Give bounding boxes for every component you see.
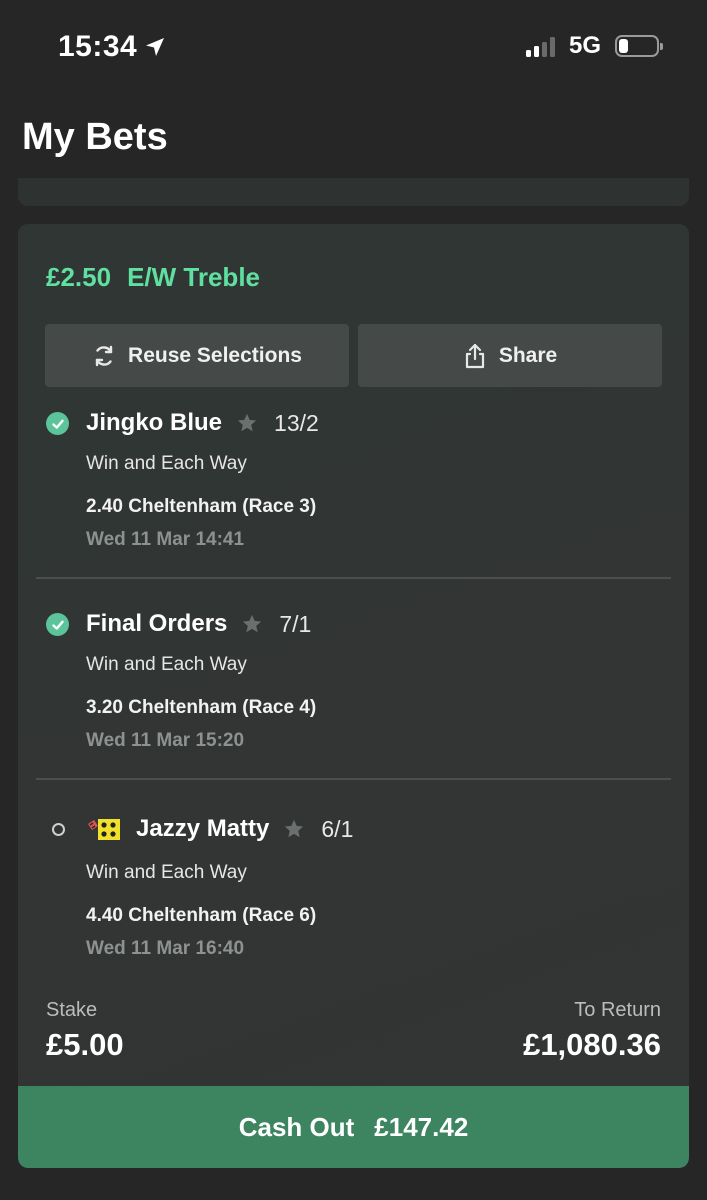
share-label: Share	[498, 343, 558, 367]
bet-stake-amount: £2.50	[46, 262, 112, 292]
star-icon[interactable]	[236, 412, 258, 434]
bet-card: £2.50 E/W Treble Reuse Selections Share …	[18, 224, 689, 1168]
status-bar: 15:34 5G	[0, 0, 707, 96]
star-icon[interactable]	[241, 613, 263, 635]
selection-odds: 13/2	[274, 409, 319, 436]
horse-name: Jazzy Matty	[136, 815, 270, 842]
race-datetime: Wed 11 Mar 16:40	[86, 938, 245, 959]
battery-icon	[615, 35, 663, 57]
refresh-icon	[95, 345, 113, 366]
status-indicators: 5G	[525, 32, 663, 60]
previous-bet-card[interactable]	[18, 178, 689, 206]
cash-out-value: £147.42	[374, 1111, 469, 1142]
race-name: 2.40 Cheltenham (Race 3)	[86, 496, 317, 517]
horse-name: Jingko Blue	[86, 409, 223, 436]
share-button[interactable]: Share	[358, 324, 662, 387]
race-name: 4.40 Cheltenham (Race 6)	[86, 905, 317, 926]
bet-name: E/W Treble	[127, 262, 260, 292]
network-type: 5G	[568, 32, 601, 59]
cash-out-label: Cash Out	[238, 1111, 355, 1142]
race-datetime: Wed 11 Mar 14:41	[86, 529, 245, 550]
bet-type: Win and Each Way	[86, 453, 247, 474]
checkmark-icon	[46, 412, 69, 435]
clock-time: 15:34	[58, 30, 138, 63]
race-datetime: Wed 11 Mar 15:20	[86, 730, 245, 751]
reuse-selections-label: Reuse Selections	[128, 343, 302, 367]
clock: 15:34	[58, 30, 167, 64]
divider	[36, 778, 671, 780]
jockey-silks-icon	[88, 819, 120, 840]
cash-out-button[interactable]: Cash Out £147.42	[18, 1086, 689, 1168]
location-arrow-icon	[146, 38, 165, 56]
star-icon[interactable]	[283, 818, 305, 840]
share-icon	[465, 343, 484, 368]
race-name: 3.20 Cheltenham (Race 4)	[86, 697, 317, 718]
selection-header: Final Orders 7/1	[86, 610, 311, 638]
stake-value: £5.00	[46, 1027, 124, 1062]
to-return-value: £1,080.36	[523, 1027, 661, 1062]
stake-label: Stake	[46, 999, 98, 1021]
selection-header: Jingko Blue 13/2	[86, 409, 319, 437]
page-title: My Bets	[22, 116, 168, 158]
reuse-selections-button[interactable]: Reuse Selections	[45, 324, 349, 387]
selection-header: Jazzy Matty 6/1	[86, 815, 353, 843]
signal-strength-icon	[525, 35, 555, 57]
to-return-label: To Return	[574, 999, 661, 1021]
bet-type: Win and Each Way	[86, 654, 247, 675]
page-header: My Bets	[0, 96, 707, 188]
horse-name: Final Orders	[86, 610, 228, 637]
selection-odds: 7/1	[279, 610, 312, 637]
selection-odds: 6/1	[321, 815, 354, 842]
bet-type: Win and Each Way	[86, 862, 247, 883]
open-status-icon	[52, 823, 65, 836]
bet-title: £2.50 E/W Treble	[46, 262, 260, 293]
checkmark-icon	[46, 613, 69, 636]
divider	[36, 577, 671, 579]
